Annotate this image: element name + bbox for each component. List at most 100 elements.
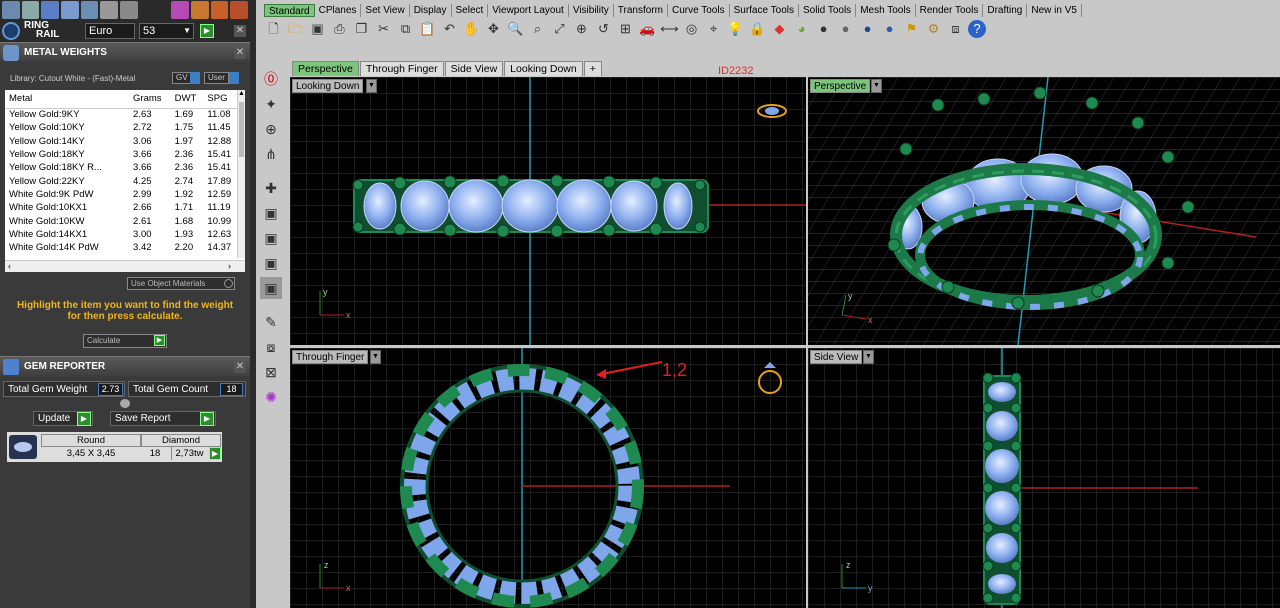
light-icon[interactable]: 💡: [726, 19, 745, 39]
toolbar-tab-cplanes[interactable]: CPlanes: [315, 4, 362, 17]
toolbar-tab-set-view[interactable]: Set View: [361, 4, 410, 17]
column-header[interactable]: Metal: [5, 90, 130, 109]
gem-list-item[interactable]: Round Diamond 3,45 X 3,45 18 2,73tw ▶: [7, 432, 222, 462]
horizontal-scrollbar[interactable]: ‹ ›: [5, 260, 245, 272]
render-icon[interactable]: ●: [880, 19, 899, 39]
render-sphere-icon[interactable]: ●: [858, 19, 877, 39]
scroll-right-icon[interactable]: ›: [228, 261, 231, 271]
box-side-icon[interactable]: ▣: [260, 227, 282, 249]
splitter-handle[interactable]: [120, 399, 130, 408]
axis-icon[interactable]: ✚: [260, 177, 282, 199]
toolbar-tab-render-tools[interactable]: Render Tools: [916, 4, 984, 17]
undo-icon[interactable]: ↶: [440, 19, 459, 39]
ring-rail-go-button[interactable]: ▶: [200, 24, 214, 38]
table-row[interactable]: Yellow Gold:9KY 2.63 1.69 11.08: [5, 108, 239, 121]
viewport-side-view[interactable]: z y Side View ▼: [808, 348, 1280, 608]
scroll-up-icon[interactable]: ▲: [238, 90, 245, 100]
gem-tool-icon[interactable]: [171, 1, 189, 19]
window-icon[interactable]: [21, 1, 40, 19]
viewport-through-finger[interactable]: 1,2 z x Through Finger ▼: [290, 348, 806, 608]
save-report-button[interactable]: Save Report ▶: [110, 411, 216, 426]
viewport-looking-down[interactable]: y x Looking Down ▼: [290, 77, 806, 345]
view-tab-looking-down[interactable]: Looking Down: [504, 61, 583, 76]
snap-icon[interactable]: ◎: [682, 19, 701, 39]
gem-go-button[interactable]: ▶: [209, 447, 221, 460]
grid-snap-icon[interactable]: ⊠: [260, 361, 282, 383]
viewport-title-perspective[interactable]: Perspective: [810, 79, 871, 93]
zoom-icon[interactable]: 🔍: [506, 19, 525, 39]
vertical-scrollbar[interactable]: ▲: [237, 90, 245, 258]
column-header[interactable]: SPG: [203, 90, 239, 109]
cut-icon[interactable]: ✂: [374, 19, 393, 39]
color-wheel-icon[interactable]: ◕: [792, 19, 811, 39]
radio-icon[interactable]: [224, 279, 233, 288]
table-row[interactable]: White Gold:14K PdW 3.42 2.20 14.37: [5, 241, 239, 254]
help-icon[interactable]: ?: [968, 20, 986, 38]
toolbar-tab-standard[interactable]: Standard: [264, 4, 315, 17]
viewport-title-through-finger[interactable]: Through Finger: [292, 350, 369, 364]
save-icon[interactable]: ▣: [308, 19, 327, 39]
prong-tool-icon[interactable]: [190, 1, 209, 19]
table-row[interactable]: White Gold:10KW 2.61 1.68 10.99: [5, 214, 239, 227]
update-button[interactable]: Update ▶: [33, 411, 93, 426]
open-folder-icon[interactable]: 🗁: [286, 19, 305, 39]
print-icon[interactable]: ⎙: [330, 19, 349, 39]
user-toggle[interactable]: [229, 72, 239, 84]
toolbar-tab-visibility[interactable]: Visibility: [569, 4, 614, 17]
toolbar-tab-transform[interactable]: Transform: [614, 4, 668, 17]
scroll-left-icon[interactable]: ‹: [8, 261, 11, 271]
new-file-icon[interactable]: 🗋: [264, 19, 283, 39]
use-object-materials-button[interactable]: Use Object Materials: [127, 277, 235, 290]
box-top-icon[interactable]: ▣: [260, 252, 282, 274]
cube-icon[interactable]: [41, 1, 60, 19]
zoom-selected-icon[interactable]: ⊕: [572, 19, 591, 39]
undo-view-icon[interactable]: ↺: [594, 19, 613, 39]
cplane-icon[interactable]: ⟷: [660, 19, 679, 39]
ring-tool-icon[interactable]: [210, 1, 229, 19]
table-row[interactable]: White Gold:10KX1 2.66 1.71 11.19: [5, 201, 239, 214]
toolbar-tab-select[interactable]: Select: [452, 4, 489, 17]
car-icon[interactable]: 🚗: [638, 19, 657, 39]
zoom-extents-icon[interactable]: ⤢: [550, 19, 569, 39]
material-icon[interactable]: ●: [814, 19, 833, 39]
layout-icon[interactable]: ⧈: [946, 19, 965, 39]
close-icon[interactable]: ✕: [234, 47, 246, 59]
viewport-perspective[interactable]: y x Perspective ▼: [808, 77, 1280, 345]
calculate-button[interactable]: Calculate ▶: [83, 334, 167, 348]
gear-plugin-icon[interactable]: ✺: [260, 386, 282, 408]
column-header[interactable]: DWT: [170, 90, 204, 109]
wand-icon[interactable]: [120, 1, 138, 19]
viewport-layout-icon[interactable]: ⊞: [616, 19, 635, 39]
setting-tool-icon[interactable]: [230, 1, 249, 19]
layers-icon[interactable]: [61, 1, 79, 19]
table-row[interactable]: Yellow Gold:14KY 3.06 1.97 12.88: [5, 135, 239, 148]
osnap-icon[interactable]: ⌖: [704, 19, 723, 39]
viewport-title-looking-down[interactable]: Looking Down: [292, 79, 364, 93]
stop-icon[interactable]: ⓪: [260, 68, 282, 90]
toolbar-tab-mesh-tools[interactable]: Mesh Tools: [856, 4, 916, 17]
table-row[interactable]: Yellow Gold:22KY 4.25 2.74 17.89: [5, 174, 239, 187]
add-view-tab-icon[interactable]: +: [583, 61, 602, 76]
zoom-window-icon[interactable]: ⌕: [528, 19, 547, 39]
view-tab-perspective[interactable]: Perspective: [292, 61, 359, 76]
user-button[interactable]: User: [204, 72, 229, 84]
chevron-down-icon[interactable]: ▼: [863, 350, 874, 364]
mesh-icon[interactable]: ⧇: [260, 336, 282, 358]
tools-icon[interactable]: [100, 1, 119, 19]
toolbar-tab-viewport-layout[interactable]: Viewport Layout: [488, 4, 569, 17]
chevron-down-icon[interactable]: ▼: [871, 79, 882, 93]
copy-icon[interactable]: ⧉: [396, 19, 415, 39]
pan-icon[interactable]: ✋: [462, 19, 481, 39]
toolbar-tab-display[interactable]: Display: [410, 4, 452, 17]
sphere-wire-icon[interactable]: ⊕: [260, 118, 282, 140]
options-gear-icon[interactable]: ⚙: [924, 19, 943, 39]
ring-size-select[interactable]: 53 ▼: [139, 23, 194, 39]
network-icon[interactable]: ⋔: [260, 143, 282, 165]
column-header[interactable]: Grams: [129, 90, 171, 109]
paste-icon[interactable]: 📋: [418, 19, 437, 39]
close-icon[interactable]: ✕: [234, 25, 246, 37]
layer-icon[interactable]: ◆: [770, 19, 789, 39]
table-row[interactable]: Yellow Gold:10KY 2.72 1.75 11.45: [5, 121, 239, 134]
point-icon[interactable]: ✦: [260, 93, 282, 115]
toolbar-tab-surface-tools[interactable]: Surface Tools: [730, 4, 799, 17]
